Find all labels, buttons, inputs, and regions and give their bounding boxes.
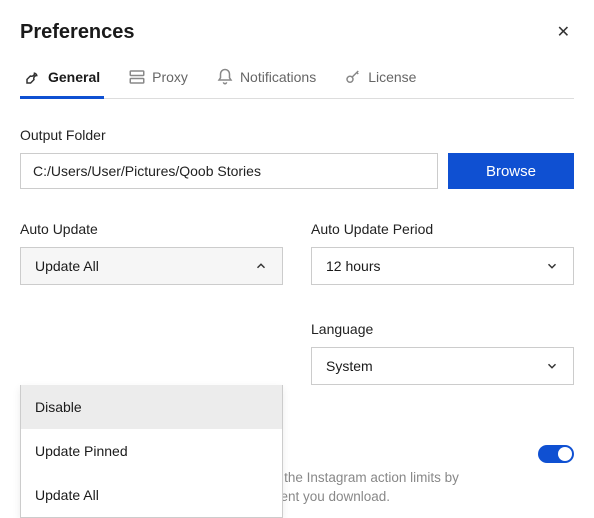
tab-label: Notifications (240, 69, 316, 85)
chevron-down-icon (545, 259, 559, 273)
auto-update-option-disable[interactable]: Disable (21, 385, 282, 429)
output-folder-label: Output Folder (20, 127, 574, 143)
auto-update-period-label: Auto Update Period (311, 221, 574, 237)
page-title: Preferences (20, 21, 135, 44)
chevron-down-icon (545, 359, 559, 373)
wrench-icon (24, 68, 42, 86)
tab-bar: General Proxy Notifications License (20, 58, 574, 99)
output-folder-input[interactable] (20, 153, 438, 189)
language-value: System (326, 358, 373, 374)
tab-notifications[interactable]: Notifications (212, 58, 320, 98)
proxy-icon (128, 68, 146, 86)
language-label: Language (311, 321, 574, 337)
auto-update-dropdown: Disable Update Pinned Update All (20, 385, 283, 518)
tab-label: General (48, 69, 100, 85)
tab-license[interactable]: License (340, 58, 420, 98)
tab-label: License (368, 69, 416, 85)
close-icon[interactable]: ✕ (553, 18, 574, 46)
auto-update-option-pinned[interactable]: Update Pinned (21, 429, 282, 473)
language-select[interactable]: System (311, 347, 574, 385)
key-icon (344, 68, 362, 86)
safe-mode-toggle[interactable] (538, 445, 574, 463)
auto-update-label: Auto Update (20, 221, 283, 237)
auto-update-period-select[interactable]: 12 hours (311, 247, 574, 285)
auto-update-period-value: 12 hours (326, 258, 380, 274)
auto-update-option-all[interactable]: Update All (21, 473, 282, 517)
tab-general[interactable]: General (20, 58, 104, 98)
tab-label: Proxy (152, 69, 188, 85)
auto-update-select[interactable]: Update All (20, 247, 283, 285)
chevron-up-icon (254, 259, 268, 273)
browse-button[interactable]: Browse (448, 153, 574, 189)
bell-icon (216, 68, 234, 86)
auto-update-value: Update All (35, 258, 99, 274)
tab-proxy[interactable]: Proxy (124, 58, 192, 98)
